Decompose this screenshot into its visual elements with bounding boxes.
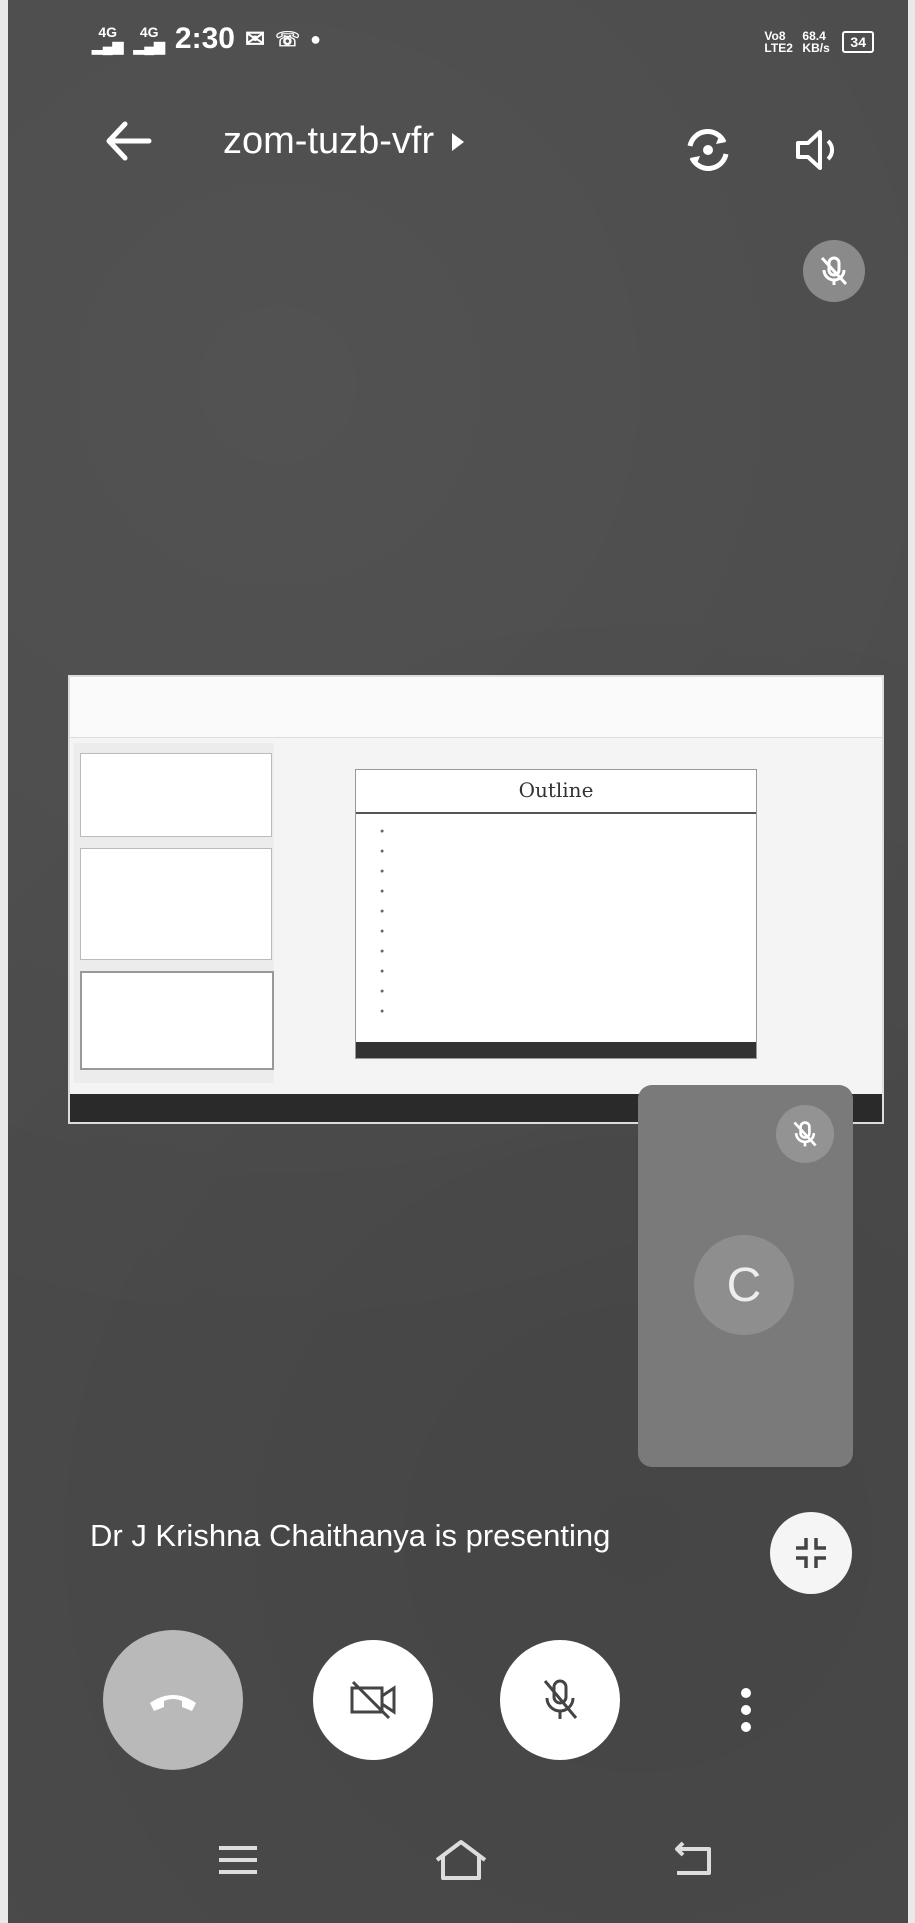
- slide-bullet: [380, 900, 392, 920]
- camera-toggle-button[interactable]: [313, 1640, 433, 1760]
- self-muted-indicator: [776, 1105, 834, 1163]
- meeting-code: zom-tuzb-vfr: [223, 120, 435, 162]
- self-view-tile[interactable]: C: [638, 1085, 853, 1467]
- back-nav-button[interactable]: [658, 1830, 728, 1890]
- mic-off-icon: [820, 256, 848, 286]
- back-button[interactable]: [103, 118, 163, 168]
- more-options-button[interactable]: [726, 1680, 766, 1740]
- caret-right-icon: [452, 132, 465, 151]
- meeting-code-button[interactable]: zom-tuzb-vfr: [223, 120, 465, 163]
- more-vert-icon: [741, 1705, 751, 1715]
- mail-icon: ✉: [244, 25, 266, 53]
- signal-2-icon: 4G ▂▄▆: [133, 24, 165, 54]
- volte-indicator: Vo8 LTE2: [764, 29, 793, 55]
- home-icon: [435, 1840, 487, 1880]
- presenter-muted-indicator: [803, 240, 865, 302]
- slide-bullet: [380, 820, 392, 840]
- home-button[interactable]: [426, 1830, 496, 1890]
- switch-camera-button[interactable]: [678, 120, 738, 180]
- mic-toggle-button[interactable]: [500, 1640, 620, 1760]
- slide-footer: [356, 1042, 756, 1058]
- end-call-icon: [150, 1695, 196, 1711]
- slide-bullet: [380, 880, 392, 900]
- notification-dot-icon: ●: [310, 28, 321, 49]
- network-speed: 68.4 KB/s: [802, 29, 830, 55]
- meet-screen: 4G ▂▄▆ 4G ▂▄▆ 2:30 ✉ ☏ ● Vo8 LTE2 68.4 KB/…: [8, 0, 908, 1923]
- status-bar: 4G ▂▄▆ 4G ▂▄▆ 2:30 ✉ ☏ ● Vo8 LTE2 68.4 KB/…: [8, 0, 908, 80]
- mic-off-icon: [543, 1679, 578, 1719]
- end-call-button[interactable]: [103, 1630, 243, 1770]
- slide-bullet: [380, 980, 392, 1000]
- switch-camera-icon: [687, 129, 729, 171]
- shared-screen[interactable]: Outline: [68, 675, 884, 1124]
- slide-bullet: [380, 920, 392, 940]
- slide-title: Outline: [518, 778, 594, 802]
- slide-thumbnail: [80, 753, 272, 837]
- slide-bullet: [380, 960, 392, 980]
- collapse-button[interactable]: [770, 1512, 852, 1594]
- back-arrow-icon: [106, 121, 152, 161]
- system-nav-bar: [8, 1800, 908, 1923]
- slide-bullet-list: [380, 820, 392, 1020]
- speaker-icon: [796, 130, 835, 170]
- more-vert-icon: [741, 1688, 751, 1698]
- slide-thumbnail: [80, 971, 274, 1070]
- speaker-button[interactable]: [788, 120, 848, 180]
- slide-bullet: [380, 1000, 392, 1020]
- status-time: 2:30: [174, 22, 235, 55]
- more-vert-icon: [741, 1722, 751, 1732]
- collapse-icon: [796, 1538, 826, 1568]
- slide-bullet: [380, 840, 392, 860]
- signal-1-icon: 4G ▂▄▆: [92, 24, 124, 54]
- battery-indicator: 34: [842, 31, 874, 53]
- mic-off-icon: [793, 1121, 817, 1147]
- meeting-top-bar: zom-tuzb-vfr: [8, 100, 908, 190]
- slide-thumbnail: [80, 848, 272, 960]
- app-ribbon: [70, 677, 882, 738]
- presenting-status: Dr J Krishna Chaithanya is presenting: [90, 1518, 611, 1553]
- current-slide: Outline: [355, 769, 757, 1059]
- slide-header: Outline: [356, 770, 756, 814]
- whatsapp-icon: ☏: [275, 28, 301, 51]
- recent-apps-button[interactable]: [203, 1830, 273, 1890]
- camera-off-icon: [350, 1680, 396, 1720]
- avatar: C: [694, 1235, 794, 1335]
- return-icon: [675, 1841, 711, 1875]
- slide-bullet: [380, 940, 392, 960]
- slide-bullet: [380, 860, 392, 880]
- menu-icon: [219, 1846, 257, 1874]
- slide-thumbnails-panel: [74, 743, 274, 1083]
